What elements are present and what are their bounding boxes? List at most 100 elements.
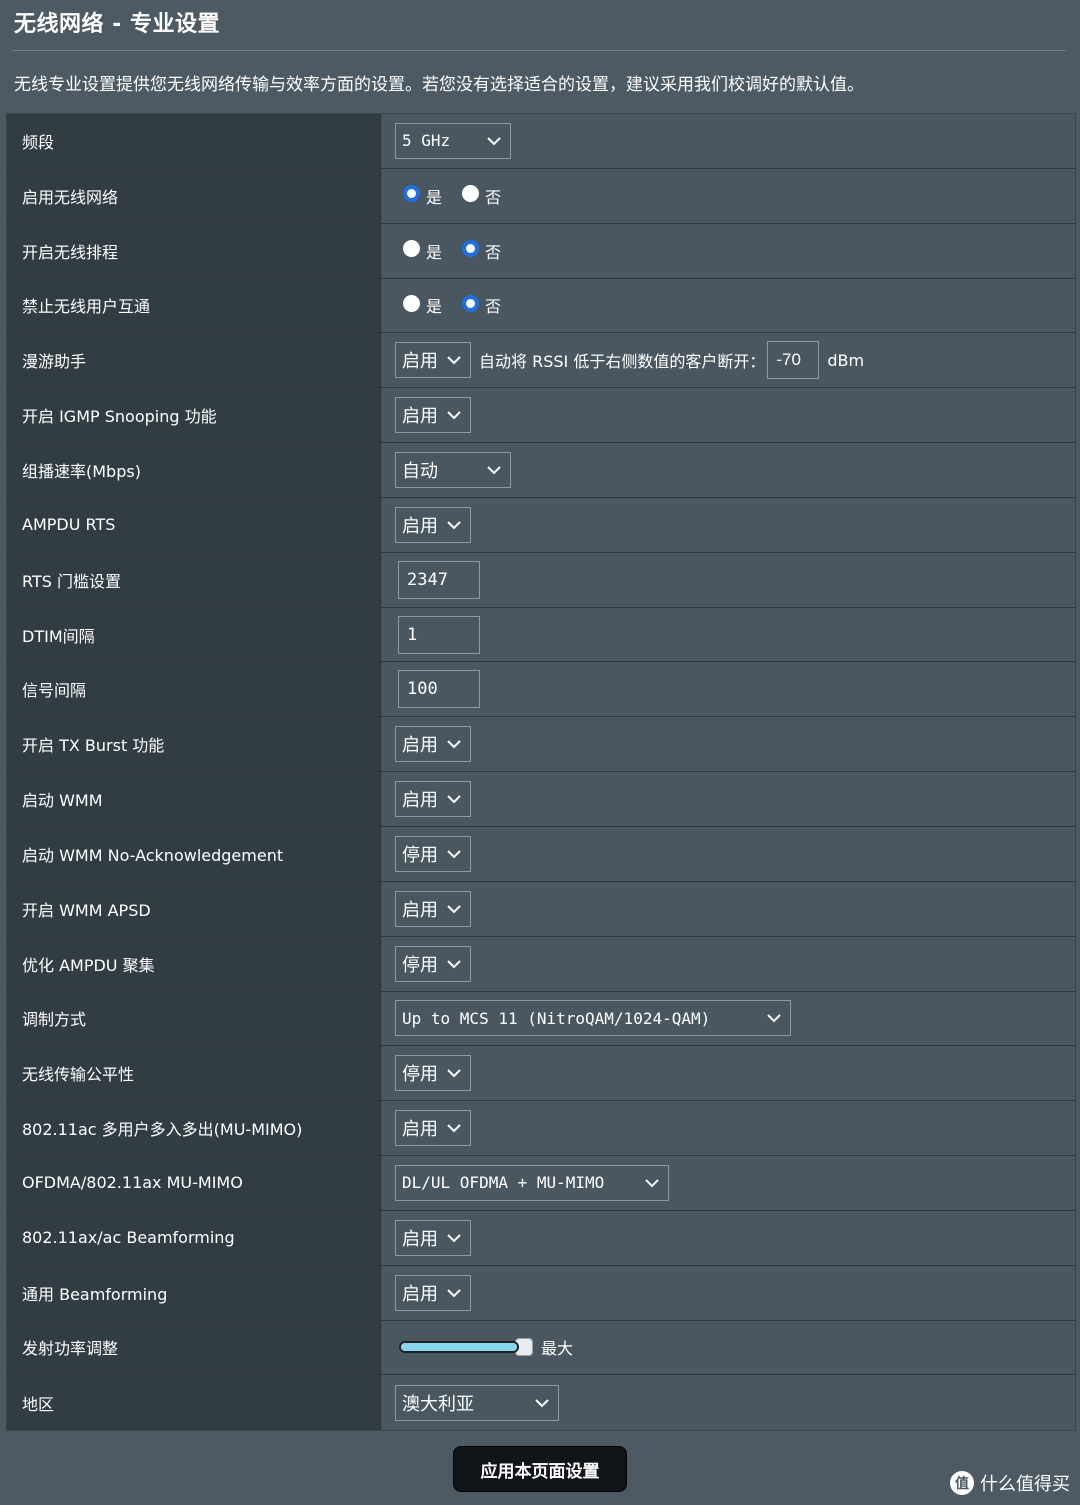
setting-value-cell: 最大 [381,1320,1075,1375]
chevron-down-icon [438,1285,462,1301]
text-input-field[interactable]: 1 [398,615,480,654]
setting-value-cell: 自动 [381,443,1075,497]
setting-row: 发射功率调整 最大 [7,1320,1075,1376]
dropdown-select[interactable]: 启用 [395,397,471,434]
setting-row: 组播速率(Mbps) 自动 [7,443,1075,498]
dropdown-value: Up to MCS 11 (NitroQAM/1024-QAM) [402,1008,711,1028]
dropdown-select[interactable]: 启用 [395,506,471,543]
setting-value-cell: Up to MCS 11 (NitroQAM/1024-QAM) [381,991,1075,1046]
chevron-down-icon [438,736,462,752]
chevron-down-icon [438,846,462,862]
dropdown-select[interactable]: 启用 [395,781,471,818]
dropdown-select[interactable]: 启用 [395,890,471,927]
tx-power-slider[interactable] [399,1338,533,1357]
setting-row: 调制方式 Up to MCS 11 (NitroQAM/1024-QAM) [7,991,1075,1047]
watermark: 值 什么值得买 [950,1470,1070,1496]
dropdown-value: 启用 [402,1228,438,1250]
setting-label: 漫游助手 [7,333,381,388]
setting-label: 发射功率调整 [7,1320,381,1375]
radio-label-yes: 是 [426,187,443,207]
dropdown-select[interactable]: 停用 [395,945,471,982]
setting-row: 启动 WMM 启用 [7,772,1075,827]
slider-track [399,1341,519,1354]
radio-yes[interactable] [403,185,420,203]
dropdown-value: 5 GHz [402,131,451,151]
setting-value-cell: 停用 [381,1046,1075,1101]
setting-row: 禁止无线用户互通是否 [7,278,1075,334]
dropdown-select[interactable]: Up to MCS 11 (NitroQAM/1024-QAM) [395,1000,791,1037]
setting-row: 频段 5 GHz [7,114,1075,169]
dropdown-select[interactable]: 启用 [395,1274,471,1311]
setting-label: 信号间隔 [7,662,381,717]
setting-label: 地区 [7,1375,381,1431]
setting-label: AMPDU RTS [7,497,381,552]
radio-no[interactable] [462,185,480,203]
dropdown-select[interactable]: 启用 [395,1110,471,1147]
dropdown-select[interactable]: DL/UL OFDMA + MU-MIMO [395,1164,669,1201]
chevron-down-icon [438,901,462,917]
radio-no[interactable] [462,240,480,258]
dropdown-value: 停用 [402,844,438,866]
setting-row: 开启无线排程是否 [7,223,1075,279]
text-input-field[interactable]: 100 [398,670,480,709]
setting-value-cell: 是否 [381,168,1075,223]
dropdown-select[interactable]: 5 GHz [395,122,511,159]
chevron-down-icon [438,791,462,807]
chevron-down-icon [636,1175,660,1191]
dropdown-select[interactable]: 澳大利亚 [395,1384,559,1421]
setting-label: 启动 WMM No-Acknowledgement [7,826,381,881]
setting-value-cell: 启用 [381,881,1075,936]
setting-label: 调制方式 [7,991,381,1046]
chevron-down-icon [478,133,502,149]
setting-label: 开启 IGMP Snooping 功能 [7,388,381,443]
setting-value-cell: 启用 [381,772,1075,826]
dropdown-value: 停用 [402,954,438,976]
chevron-down-icon [758,1010,782,1026]
setting-value-cell: 2347 [381,552,1075,607]
setting-row: 802.11ax/ac Beamforming 启用 [7,1210,1075,1266]
chevron-down-icon [438,352,462,368]
radio-group: 是否 [395,184,513,208]
dropdown-select[interactable]: 启用 [395,1219,471,1256]
settings-table: 频段 5 GHz 启用无线网络是否开启无线排程是否禁止无线用户互通是否漫游助手 启用自… [6,113,1076,1432]
dropdown-select[interactable]: 启用 [395,342,471,379]
radio-no[interactable] [462,294,480,312]
dropdown-select[interactable]: 停用 [395,835,471,872]
dropdown-value: 启用 [402,406,438,428]
setting-row: 启动 WMM No-Acknowledgement 停用 [7,826,1075,882]
radio-label-no: 否 [485,297,502,317]
dropdown-value: 启用 [402,1283,438,1305]
setting-value-cell: 启用 [381,497,1075,552]
dropdown-select[interactable]: 启用 [395,726,471,763]
setting-row: RTS 门槛设置 2347 [7,552,1075,608]
radio-yes[interactable] [403,240,420,258]
apply-settings-button[interactable]: 应用本页面设置 [453,1446,627,1492]
setting-value-cell: 启用 自动将 RSSI 低于右侧数值的客户断开： -70 dBm [381,333,1075,388]
dropdown-select[interactable]: 停用 [395,1055,471,1092]
setting-value-cell: 100 [381,662,1075,717]
setting-value-cell: 停用 [381,826,1075,881]
dropdown-select[interactable]: 自动 [395,451,511,488]
radio-group: 是否 [395,293,513,317]
setting-label: 开启 TX Burst 功能 [7,717,381,772]
setting-label: 禁止无线用户互通 [7,278,381,333]
radio-yes[interactable] [403,294,420,312]
chevron-down-icon [438,1230,462,1246]
rssi-unit: dBm [827,350,865,370]
setting-label: 组播速率(Mbps) [7,443,381,497]
rssi-input[interactable]: -70 [767,341,820,380]
setting-label: 启动 WMM [7,772,381,826]
dropdown-value: 启用 [402,1119,438,1141]
setting-label: 802.11ax/ac Beamforming [7,1210,381,1265]
setting-row: DTIM间隔 1 [7,607,1075,663]
setting-row: AMPDU RTS 启用 [7,497,1075,553]
setting-label: 无线传输公平性 [7,1046,381,1101]
setting-value-cell: 启用 [381,1265,1075,1320]
setting-row: 地区 澳大利亚 [7,1375,1075,1431]
setting-value-cell: DL/UL OFDMA + MU-MIMO [381,1156,1075,1210]
dropdown-value: 启用 [402,735,438,757]
chevron-down-icon [526,1395,550,1411]
dropdown-value: 澳大利亚 [402,1393,474,1415]
text-input-field[interactable]: 2347 [398,560,480,599]
page-title: 无线网络 - 专业设置 [14,12,220,37]
